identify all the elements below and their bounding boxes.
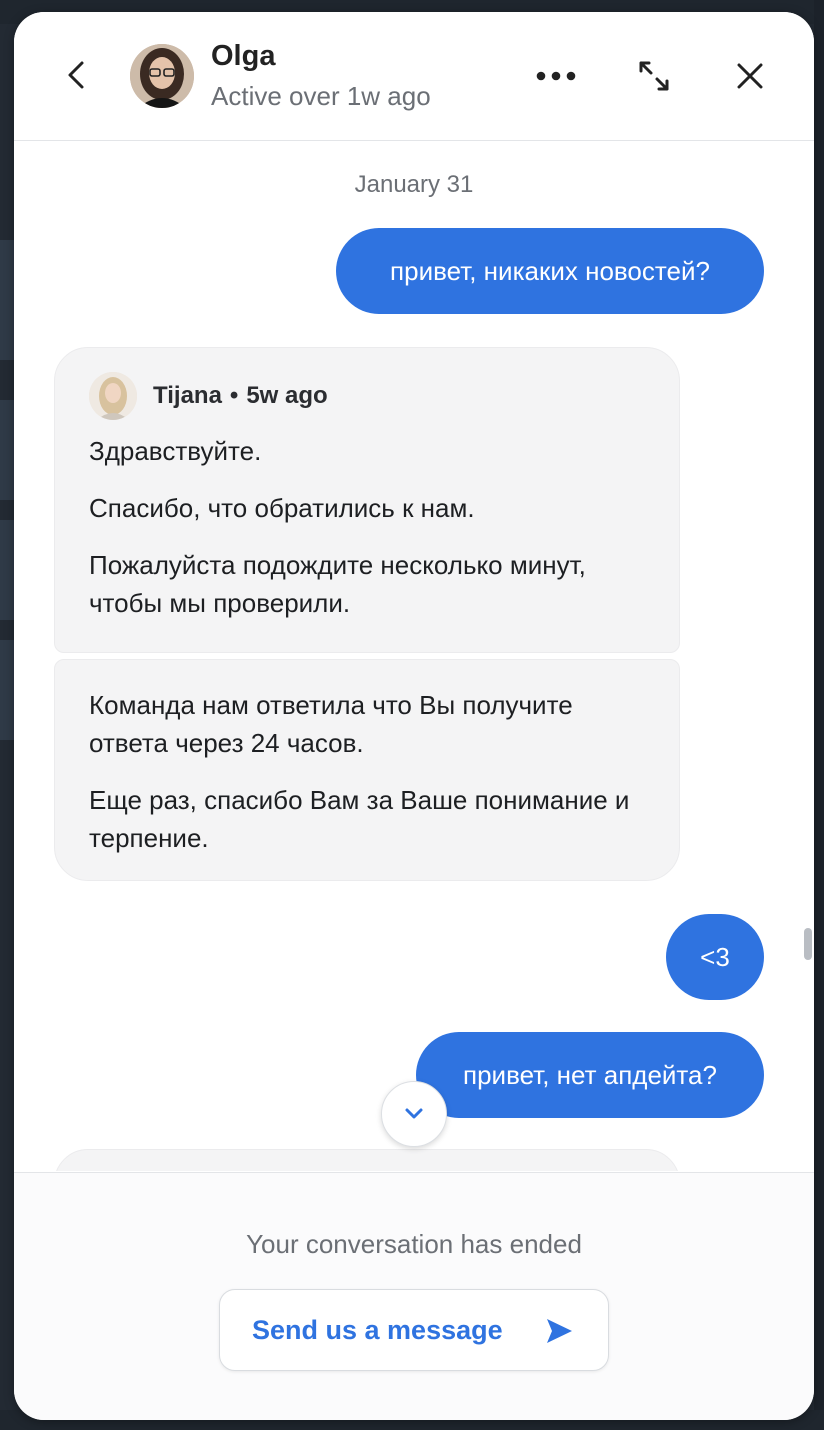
sender-row: Tijana • 5w ago (89, 372, 645, 420)
background-panel (0, 640, 14, 740)
message-paragraph: Спасибо, что обратились к нам. (89, 493, 475, 523)
scroll-to-bottom-button[interactable] (381, 1081, 447, 1147)
back-button[interactable] (60, 58, 94, 92)
message-paragraph: Здравствуйте. (89, 436, 262, 466)
send-message-button[interactable]: Send us a message (219, 1289, 609, 1371)
expand-button[interactable] (634, 56, 674, 96)
chevron-left-icon (68, 61, 84, 89)
background-panel (0, 240, 14, 360)
message-list[interactable]: January 31 привет, никаких новостей? Tij… (14, 141, 814, 1171)
incoming-message: Tijana • 5w ago Здравствуйте. Спасибо, ч… (54, 347, 680, 653)
background-panel (0, 520, 14, 620)
expand-icon (639, 61, 669, 91)
background-right-edge (814, 0, 824, 1430)
conversation-ended-text: Your conversation has ended (246, 1229, 582, 1259)
message-time: 5w ago (246, 382, 328, 409)
date-separator: January 31 (354, 171, 474, 198)
send-message-label: Send us a message (252, 1314, 503, 1345)
message-paragraph: Пожалуйста подождите несколько минут, чт… (89, 550, 586, 618)
outgoing-message: привет, нет апдейта? (416, 1032, 764, 1118)
message-paragraph: Команда нам ответила что Вы получите отв… (89, 690, 573, 758)
incoming-message-partial (54, 1149, 680, 1171)
chat-header: Olga Active over 1w ago (14, 12, 814, 141)
chat-footer: Your conversation has ended Send us a me… (14, 1172, 814, 1420)
sender-name: Tijana (153, 382, 222, 409)
close-icon (737, 63, 763, 89)
chevron-down-icon (405, 1108, 423, 1119)
close-button[interactable] (730, 56, 770, 96)
incoming-message: Команда нам ответила что Вы получите отв… (54, 659, 680, 881)
more-horizontal-icon (536, 71, 576, 81)
send-icon (547, 1319, 572, 1343)
chat-widget: Olga Active over 1w ago January 31 приве… (14, 12, 814, 1420)
message-paragraph: Еще раз, спасибо Вам за Ваше понимание и… (89, 785, 630, 853)
sender-avatar (89, 372, 137, 420)
avatar (130, 44, 194, 108)
sender-separator: • (229, 382, 239, 409)
outgoing-message: <3 (666, 914, 764, 1000)
more-options-button[interactable] (536, 56, 576, 96)
background-panel (0, 400, 14, 500)
scrollbar[interactable] (804, 928, 812, 960)
contact-name: Olga (211, 40, 276, 72)
contact-status: Active over 1w ago (211, 81, 431, 111)
outgoing-message: привет, никаких новостей? (336, 228, 764, 314)
